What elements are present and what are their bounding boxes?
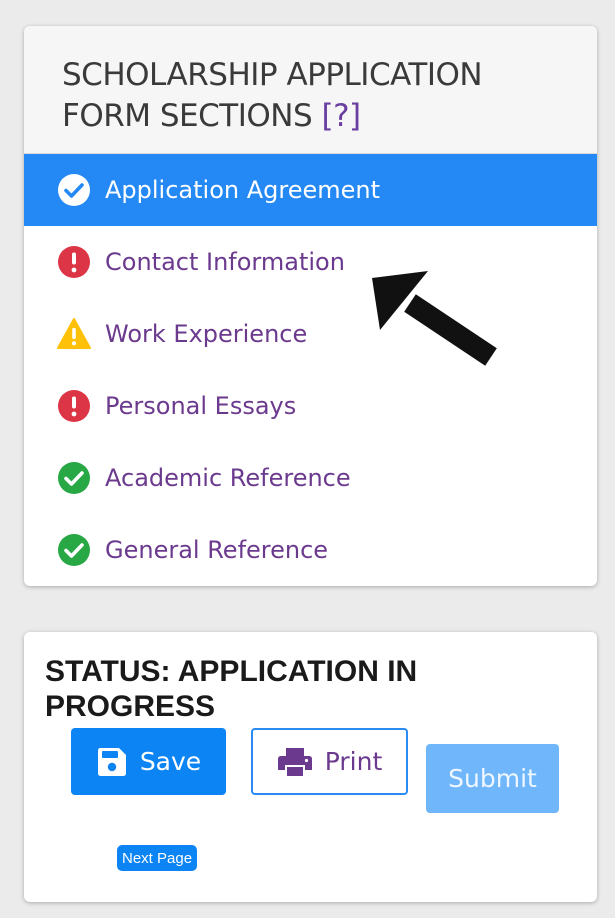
section-item-application-agreement[interactable]: Application Agreement xyxy=(24,154,597,226)
form-sections-list: Application Agreement Contact Informatio… xyxy=(24,154,597,586)
section-item-contact-information[interactable]: Contact Information xyxy=(24,226,597,298)
print-button[interactable]: Print xyxy=(251,728,408,795)
printer-icon xyxy=(277,747,312,776)
save-button-label: Save xyxy=(139,747,202,776)
form-sections-title-text: SCHOLARSHIP APPLICATION FORM SECTIONS xyxy=(62,57,483,134)
print-button-label: Print xyxy=(324,747,383,776)
section-item-general-reference[interactable]: General Reference xyxy=(24,514,597,586)
error-circle-icon xyxy=(58,390,90,422)
section-item-label: Work Experience xyxy=(105,320,308,348)
submit-button-label: Submit xyxy=(448,764,537,793)
section-item-label: Academic Reference xyxy=(105,464,351,492)
section-item-work-experience[interactable]: Work Experience xyxy=(24,298,597,370)
section-item-academic-reference[interactable]: Academic Reference xyxy=(24,442,597,514)
warning-triangle-icon xyxy=(57,318,91,349)
application-status-card: STATUS: APPLICATION IN PROGRESS Save Pri… xyxy=(24,632,597,902)
error-circle-icon xyxy=(58,246,90,278)
section-item-label: Application Agreement xyxy=(105,176,381,204)
check-circle-icon xyxy=(58,534,90,566)
section-item-personal-essays[interactable]: Personal Essays xyxy=(24,370,597,442)
check-circle-icon xyxy=(58,174,90,206)
floppy-disk-icon xyxy=(97,747,126,776)
check-circle-icon xyxy=(58,462,90,494)
form-sections-header: SCHOLARSHIP APPLICATION FORM SECTIONS [?… xyxy=(24,26,597,154)
form-sections-title: SCHOLARSHIP APPLICATION FORM SECTIONS [?… xyxy=(62,55,559,137)
submit-button[interactable]: Submit xyxy=(426,744,559,813)
section-item-label: Contact Information xyxy=(105,248,345,276)
form-sections-card: SCHOLARSHIP APPLICATION FORM SECTIONS [?… xyxy=(24,26,597,586)
next-page-label: Next Page xyxy=(122,849,193,867)
help-link[interactable]: [?] xyxy=(322,98,362,134)
next-page-button[interactable]: Next Page xyxy=(117,845,198,871)
section-item-label: Personal Essays xyxy=(105,392,297,420)
section-item-label: General Reference xyxy=(105,536,329,564)
status-title: STATUS: APPLICATION IN PROGRESS xyxy=(45,655,418,723)
save-button[interactable]: Save xyxy=(71,728,226,795)
